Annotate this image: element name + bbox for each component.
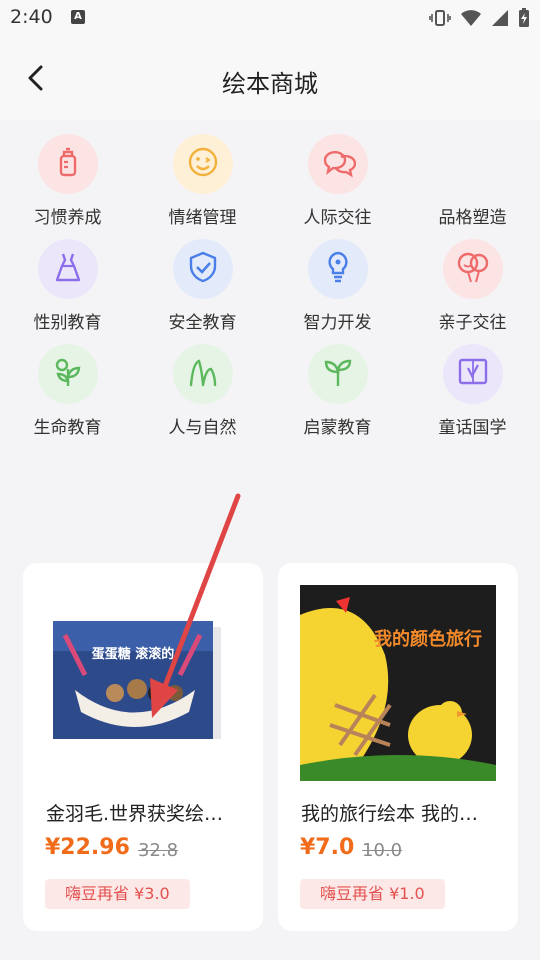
plant-icon-circle [37, 344, 98, 404]
category-label: 启蒙教育 [303, 418, 372, 438]
baby-bottle-icon [51, 145, 85, 183]
status-bar: 2:40 A [0, 0, 540, 36]
open-book-icon-circle [442, 344, 503, 404]
category-label: 性别教育 [33, 313, 102, 333]
category-item[interactable]: 人际交往 [270, 134, 405, 235]
vibrate-icon [429, 10, 451, 26]
chat-bubbles-icon-circle [307, 134, 368, 194]
category-item[interactable]: 亲子交往 [405, 239, 540, 340]
balloons-icon [455, 250, 491, 288]
category-item[interactable]: 智力开发 [270, 239, 405, 340]
baby-bottle-icon-circle [37, 134, 98, 194]
category-item[interactable]: 情绪管理 [135, 134, 270, 235]
smiley-face-icon-circle [172, 134, 233, 194]
shield-check-icon-circle [172, 239, 233, 299]
category-label: 情绪管理 [168, 208, 237, 228]
category-item[interactable]: 习惯养成 [0, 134, 135, 235]
signal-icon [492, 10, 508, 26]
battery-icon [519, 8, 529, 27]
category-item[interactable]: 生命教育 [0, 344, 135, 445]
plant-icon [51, 355, 85, 393]
category-grid: 习惯养成 情绪管理 人际交往 品格塑造性别教育 安全教育 智力开发 亲子交往生命教育 人与自然… [0, 120, 540, 445]
book-cover-image: 我的颜色旅行 [300, 585, 496, 781]
category-item[interactable]: 性别教育 [0, 239, 135, 340]
status-icons [429, 8, 530, 28]
product-price: ¥7.0 [300, 835, 355, 860]
dress-icon-circle [37, 239, 98, 299]
product-original-price: 10.0 [362, 840, 403, 861]
sprout-icon [321, 355, 355, 393]
category-item[interactable]: 人与自然 [135, 344, 270, 445]
header-bar: 绘本商城 [0, 36, 540, 120]
category-label: 生命教育 [33, 418, 102, 438]
dress-icon [51, 250, 85, 288]
page-title: 绘本商城 [222, 70, 318, 98]
lightbulb-icon [321, 250, 355, 288]
open-book-icon [456, 355, 490, 393]
chat-bubbles-icon [320, 145, 356, 183]
category-icon-placeholder [442, 134, 503, 194]
book-cover-title: 蛋蛋糖 滚滚的 [92, 646, 175, 662]
category-label: 童话国学 [438, 418, 507, 438]
category-item[interactable]: 启蒙教育 [270, 344, 405, 445]
notification-a-icon: A [71, 10, 85, 24]
category-item[interactable]: 品格塑造 [405, 134, 540, 235]
discount-badge: 嗨豆再省 ¥1.0 [300, 879, 445, 909]
balloons-icon-circle [442, 239, 503, 299]
product-card[interactable]: 蛋蛋糖 滚滚的 金羽毛.世界获奖绘… ¥22.96 32.8 嗨豆再省 ¥3.0 [23, 563, 263, 931]
lightbulb-icon-circle [307, 239, 368, 299]
category-label: 习惯养成 [33, 208, 102, 228]
grass-icon-circle [172, 344, 233, 404]
sprout-icon-circle [307, 344, 368, 404]
product-name: 我的旅行绘本 我的… [301, 803, 479, 825]
category-item[interactable]: 安全教育 [135, 239, 270, 340]
product-price: ¥22.96 [45, 835, 130, 860]
discount-badge: 嗨豆再省 ¥3.0 [45, 879, 190, 909]
category-label: 人与自然 [168, 418, 237, 438]
product-card[interactable]: 我的颜色旅行 我的旅行绘本 我的… ¥7.0 10.0 嗨豆再省 ¥1.0 [278, 563, 518, 931]
wifi-icon [461, 10, 481, 26]
category-label: 安全教育 [168, 313, 237, 333]
product-original-price: 32.8 [138, 840, 179, 861]
category-item[interactable]: 童话国学 [405, 344, 540, 445]
shield-check-icon [186, 250, 220, 288]
status-time: 2:40 [10, 6, 53, 28]
grass-icon [186, 355, 220, 393]
product-name: 金羽毛.世界获奖绘… [46, 803, 224, 825]
book-cover-image: 蛋蛋糖 滚滚的 [53, 621, 221, 739]
category-label: 品格塑造 [438, 208, 507, 228]
smiley-face-icon [186, 145, 220, 183]
category-label: 人际交往 [303, 208, 372, 228]
book-cover-title: 我的颜色旅行 [374, 628, 482, 650]
category-label: 亲子交往 [438, 313, 507, 333]
category-label: 智力开发 [303, 313, 372, 333]
